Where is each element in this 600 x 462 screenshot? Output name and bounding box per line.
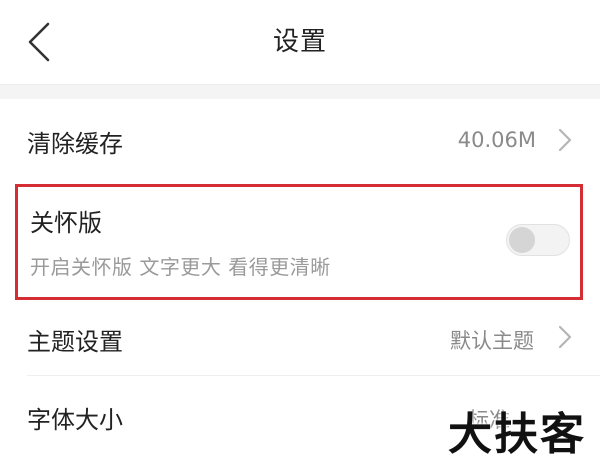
chevron-right-icon xyxy=(558,128,572,152)
theme-row[interactable]: 主题设置 默认主题 xyxy=(0,300,600,375)
care-mode-row: 关怀版 开启关怀版 文字更大 看得更清晰 xyxy=(15,184,583,300)
care-mode-label: 关怀版 xyxy=(30,209,102,237)
clear-cache-label: 清除缓存 xyxy=(27,130,123,158)
toggle-knob xyxy=(509,227,535,253)
section-gap xyxy=(0,85,600,99)
clear-cache-row[interactable]: 清除缓存 40.06M xyxy=(0,100,600,180)
theme-label: 主题设置 xyxy=(27,328,123,356)
theme-value: 默认主题 xyxy=(450,329,534,353)
page-title: 设置 xyxy=(272,27,327,57)
font-size-label: 字体大小 xyxy=(27,406,123,434)
care-mode-subtitle: 开启关怀版 文字更大 看得更清晰 xyxy=(30,255,331,279)
chevron-right-icon xyxy=(558,325,572,349)
care-mode-toggle[interactable] xyxy=(506,224,570,256)
cache-size-value: 40.06M xyxy=(457,128,536,152)
watermark: 大扶客 xyxy=(448,409,586,460)
top-bar: 设置 xyxy=(0,0,600,85)
